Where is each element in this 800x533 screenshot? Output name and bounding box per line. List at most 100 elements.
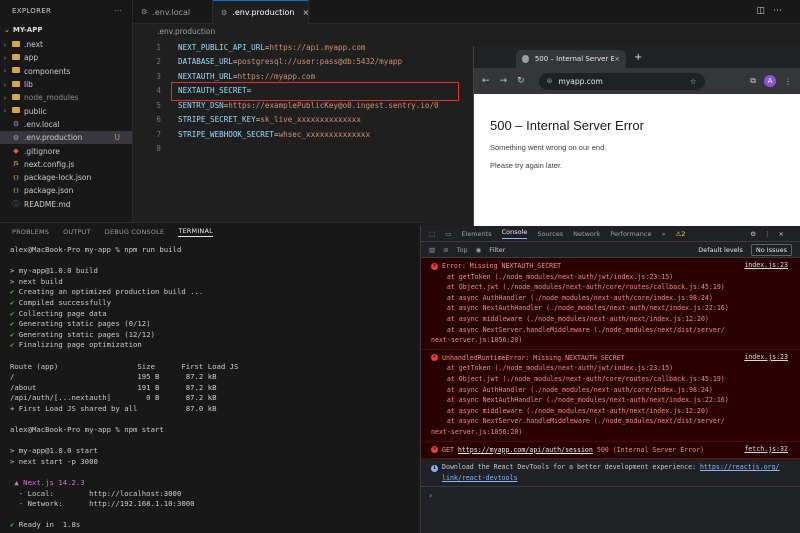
file-tree-item[interactable]: {} package-lock.json bbox=[0, 171, 132, 184]
tab-env-local[interactable]: ⚙ .env.local bbox=[133, 0, 213, 24]
new-tab-icon[interactable]: + bbox=[634, 52, 642, 63]
stack-text: at async NextServer.handleMiddleware (./… bbox=[431, 325, 725, 334]
tab-debug-console[interactable]: DEBUG CONSOLE bbox=[105, 228, 165, 236]
breadcrumb[interactable]: .env.production bbox=[133, 24, 800, 40]
source-link[interactable]: fetch.js:32 bbox=[744, 445, 788, 453]
issues-count-badge[interactable]: ⚠2 bbox=[675, 230, 685, 238]
split-editor-icon[interactable]: ◫ bbox=[756, 6, 773, 16]
close-tab-icon[interactable]: × bbox=[302, 8, 309, 17]
code-line[interactable]: 8 bbox=[133, 142, 178, 157]
line-number: 2 bbox=[156, 57, 161, 67]
more-actions-icon[interactable]: ⋯ bbox=[773, 6, 790, 16]
log-levels-dropdown[interactable]: Default levels bbox=[698, 246, 743, 254]
line-number: 3 bbox=[156, 71, 161, 81]
device-toggle-icon[interactable]: ▭ bbox=[445, 230, 451, 238]
file-tree-item[interactable]: {} package.json bbox=[0, 184, 132, 197]
tab-output[interactable]: OUTPUT bbox=[63, 228, 91, 236]
tab-terminal[interactable]: TERMINAL bbox=[178, 227, 213, 237]
sidebar-toggle-icon[interactable]: ▥ bbox=[429, 246, 435, 254]
file-tree-item[interactable]: ⓘ README.md bbox=[0, 198, 132, 211]
file-tree-item-label: .gitignore bbox=[24, 146, 60, 156]
stack-text: at async NextAuthHandler (./node_modules… bbox=[431, 396, 729, 405]
bookmark-star-icon[interactable]: ☆ bbox=[690, 77, 697, 86]
chevron-right-icon: › bbox=[3, 93, 7, 102]
close-tab-icon[interactable]: × bbox=[614, 55, 620, 63]
more-tabs-icon[interactable]: » bbox=[662, 230, 666, 238]
file-tree-item[interactable]: › .next bbox=[0, 38, 132, 51]
line-number: 6 bbox=[156, 115, 161, 125]
menu-kebab-icon[interactable]: ⋮ bbox=[764, 230, 779, 238]
menu-kebab-icon[interactable]: ⋮ bbox=[784, 77, 792, 86]
file-tree-item[interactable]: ⚙ .env.local bbox=[0, 118, 132, 131]
terminal-line: > next build bbox=[10, 276, 63, 286]
tab-performance[interactable]: Performance bbox=[610, 230, 651, 238]
reload-icon[interactable]: ↻ bbox=[517, 76, 535, 86]
file-tree-item[interactable]: › node_modules bbox=[0, 91, 132, 104]
git-status-badge: U bbox=[114, 133, 121, 143]
console-prompt[interactable]: › bbox=[421, 487, 800, 504]
react-devtools-link-cont[interactable]: link/react-devtools bbox=[442, 474, 517, 482]
close-icon[interactable]: × bbox=[779, 230, 792, 238]
more-actions-icon[interactable]: ··· bbox=[114, 7, 122, 15]
file-tree-item[interactable]: › public bbox=[0, 104, 132, 117]
gear-icon[interactable]: ⚙ bbox=[750, 230, 764, 238]
terminal-line: ▲ Next.js 14.2.3 bbox=[10, 478, 415, 489]
tab-problems[interactable]: PROBLEMS bbox=[12, 228, 49, 236]
issues-button[interactable]: No Issues bbox=[750, 243, 792, 256]
console-error-message[interactable]: index.js:23 × UnhandledRuntimeError: Missi… bbox=[421, 349, 800, 442]
browser-tab-title: 500 – Internal Server Error bbox=[534, 55, 615, 63]
check-icon: ✔ bbox=[10, 297, 15, 307]
address-bar[interactable]: ⊜ myapp.com ☆ bbox=[538, 72, 705, 90]
react-devtools-link[interactable]: https://reactjs.org/ bbox=[700, 463, 779, 471]
site-info-icon[interactable]: ⊜ bbox=[547, 77, 553, 85]
file-tree-item[interactable]: JS next.config.js bbox=[0, 158, 132, 171]
code-editor[interactable]: 1 NEXT_PUBLIC_API_URL=https://api.myapp.c… bbox=[133, 40, 473, 222]
tab-elements[interactable]: Elements bbox=[461, 230, 491, 238]
devtools-actions: ⚙⋮× bbox=[750, 230, 792, 238]
code-line[interactable]: 1 NEXT_PUBLIC_API_URL=https://api.myapp.c… bbox=[133, 40, 365, 55]
terminal-output[interactable]: alex@MacBook-Pro my-app % npm run build >… bbox=[10, 245, 415, 531]
file-tree-item[interactable]: › app bbox=[0, 51, 132, 64]
error-heading: 500 – Internal Server Error bbox=[490, 118, 644, 133]
console-error-message[interactable]: index.js:23 × Error: Missing NEXTAUTH_SECR… bbox=[421, 258, 800, 350]
code-line[interactable]: 6 STRIPE_SECRET_KEY=sk_live_xxxxxxxxxxxxx… bbox=[133, 113, 360, 128]
file-tree-item[interactable]: ◆ .gitignore bbox=[0, 144, 132, 157]
inspect-icon[interactable]: ⬚ bbox=[429, 230, 435, 238]
source-link[interactable]: index.js:23 bbox=[744, 353, 788, 361]
eye-icon[interactable]: ◉ bbox=[476, 246, 482, 254]
browser-tab[interactable]: 500 – Internal Server Error × bbox=[516, 50, 626, 68]
clear-console-icon[interactable]: ⊘ bbox=[443, 246, 448, 254]
forward-icon[interactable]: → bbox=[500, 76, 518, 86]
code-line[interactable]: 7 STRIPE_WEBHOOK_SECRET=whsec_xxxxxxxxxxx… bbox=[133, 127, 370, 142]
check-icon: ✔ bbox=[10, 520, 15, 530]
back-icon[interactable]: ← bbox=[482, 76, 500, 86]
stack-frame: at getToken (./node_modules/next-auth/jw… bbox=[431, 272, 794, 283]
request-url-link[interactable]: https://myapp.com/api/auth/session bbox=[458, 446, 593, 454]
tab-sources[interactable]: Sources bbox=[537, 230, 563, 238]
code-text: NEXT_PUBLIC_API_URL=https://api.myapp.co… bbox=[178, 43, 365, 52]
context-selector[interactable]: Top bbox=[457, 246, 468, 254]
code-line[interactable]: 2 DATABASE_URL=postgresql://user:pass@db:… bbox=[133, 55, 402, 70]
file-tree-item[interactable]: › lib bbox=[0, 78, 132, 91]
extensions-icon[interactable]: ⧉ bbox=[750, 76, 756, 86]
json-file-icon: {} bbox=[12, 174, 20, 181]
tab-console[interactable]: Console bbox=[501, 228, 528, 239]
tab-env-production[interactable]: ⚙ .env.production × bbox=[213, 0, 309, 24]
avatar[interactable]: A bbox=[764, 75, 776, 87]
file-tree-item-label: package-lock.json bbox=[24, 173, 92, 183]
filter-input[interactable]: Filter bbox=[489, 246, 619, 254]
terminal-line: ✔ Ready in 1.8s bbox=[10, 520, 81, 530]
stack-text: next-server.js:1056:20) bbox=[431, 336, 523, 345]
file-tree-item[interactable]: › components bbox=[0, 65, 132, 78]
tab-network[interactable]: Network bbox=[573, 230, 600, 238]
network-error-message[interactable]: fetch.js:32 × GET https://myapp.com/api/au… bbox=[421, 441, 800, 460]
source-link[interactable]: index.js:23 bbox=[744, 261, 788, 269]
terminal-line: ✔ Finalizing page optimization bbox=[10, 340, 142, 350]
file-tree-item-label: .env.production bbox=[24, 133, 83, 143]
file-tree-item[interactable]: ⚙ .env.production U bbox=[0, 131, 132, 145]
explorer-sidebar: EXPLORER ··· ⌄ MY-APP › .next › app › compone… bbox=[0, 0, 133, 222]
project-root-folder[interactable]: ⌄ MY-APP bbox=[0, 22, 132, 38]
terminal-line: ✔ Generating static pages (12/12) bbox=[10, 329, 155, 339]
